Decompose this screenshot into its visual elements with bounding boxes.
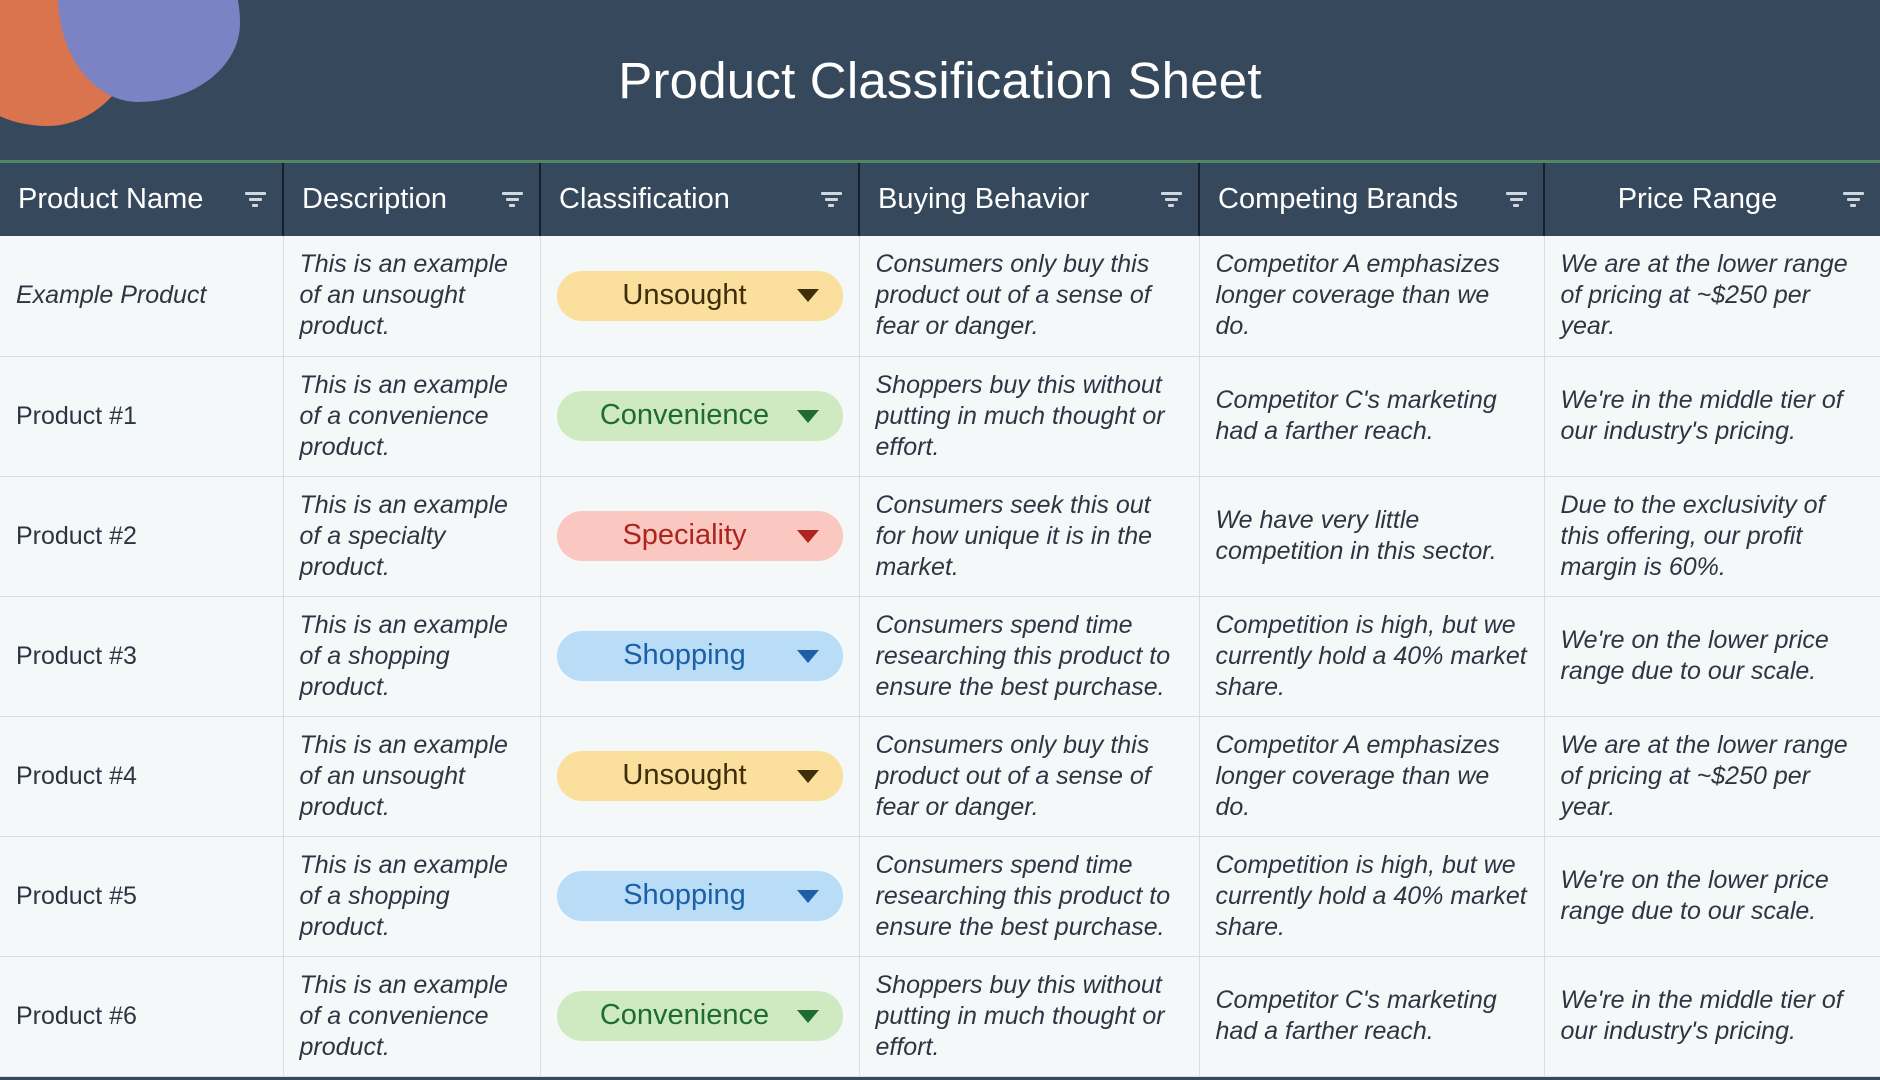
classification-label: Shopping xyxy=(623,879,746,912)
cell-price-range[interactable]: We're in the middle tier of our industry… xyxy=(1544,956,1880,1077)
chevron-down-icon[interactable] xyxy=(796,1009,819,1023)
cell-price-range[interactable]: Due to the exclusivity of this offering,… xyxy=(1544,476,1880,597)
cell-classification: Shopping xyxy=(540,836,860,957)
cell-price-range[interactable]: We're on the lower price range due to ou… xyxy=(1544,596,1880,717)
table-header-row: Product Name Description Classification Buy… xyxy=(0,163,1880,236)
filter-icon[interactable] xyxy=(244,192,266,207)
column-header-label: Description xyxy=(302,183,448,215)
cell-product-name[interactable]: Product #6 xyxy=(0,956,284,1077)
chevron-down-icon[interactable] xyxy=(796,889,819,903)
cell-competing-brands[interactable]: Competitor C's marketing had a farther r… xyxy=(1199,956,1545,1077)
table-row: Product #2 This is an example of a specia… xyxy=(0,476,1880,597)
classification-dropdown[interactable]: Shopping xyxy=(556,871,843,921)
chevron-down-icon[interactable] xyxy=(796,529,819,543)
cell-competing-brands[interactable]: Competitor C's marketing had a farther r… xyxy=(1199,356,1545,477)
cell-price-range[interactable]: We are at the lower range of pricing at … xyxy=(1544,716,1880,837)
column-header-label: Competing Brands xyxy=(1218,183,1459,215)
classification-label: Convenience xyxy=(599,399,770,432)
column-header-label: Classification xyxy=(559,183,730,215)
table-row: Example Product This is an example of an … xyxy=(0,236,1880,357)
cell-product-name[interactable]: Product #1 xyxy=(0,356,284,477)
table-row: Product #3 This is an example of a shoppi… xyxy=(0,596,1880,717)
cell-buying-behavior[interactable]: Consumers only buy this product out of a… xyxy=(859,716,1200,837)
cell-buying-behavior[interactable]: Consumers seek this out for how unique i… xyxy=(859,476,1200,597)
table-row: Product #5 This is an example of a shoppi… xyxy=(0,836,1880,957)
cell-buying-behavior[interactable]: Shoppers buy this without putting in muc… xyxy=(859,356,1200,477)
classification-table: Product Name Description Classification Buy… xyxy=(0,163,1880,1077)
cell-competing-brands[interactable]: Competition is high, but we currently ho… xyxy=(1199,836,1545,957)
cell-description[interactable]: This is an example of a convenience prod… xyxy=(283,956,541,1077)
cell-description[interactable]: This is an example of a convenience prod… xyxy=(283,356,541,477)
filter-icon[interactable] xyxy=(820,192,842,207)
table-row: Product #4 This is an example of an unsou… xyxy=(0,716,1880,837)
column-header-label: Product Name xyxy=(18,183,204,215)
cell-competing-brands[interactable]: Competitor A emphasizes longer coverage … xyxy=(1199,236,1545,357)
classification-label: Shopping xyxy=(623,639,746,672)
page-title: Product Classification Sheet xyxy=(618,51,1262,109)
cell-classification: Unsought xyxy=(540,716,860,837)
classification-dropdown[interactable]: Unsought xyxy=(556,751,843,801)
column-header-buying-behavior[interactable]: Buying Behavior xyxy=(859,163,1200,236)
classification-dropdown[interactable]: Convenience xyxy=(556,991,843,1041)
cell-product-name[interactable]: Example Product xyxy=(0,236,284,357)
classification-dropdown[interactable]: Shopping xyxy=(556,631,843,681)
table-body: Example Product This is an example of an … xyxy=(0,236,1880,1077)
cell-price-range[interactable]: We're on the lower price range due to ou… xyxy=(1544,836,1880,957)
table-row: Product #1 This is an example of a conven… xyxy=(0,356,1880,477)
column-header-label: Price Range xyxy=(1617,183,1778,215)
cell-buying-behavior[interactable]: Consumers only buy this product out of a… xyxy=(859,236,1200,357)
column-header-product-name[interactable]: Product Name xyxy=(0,163,284,236)
cell-classification: Unsought xyxy=(540,236,860,357)
classification-dropdown[interactable]: Convenience xyxy=(556,391,843,441)
cell-classification: Convenience xyxy=(540,356,860,477)
cell-classification: Speciality xyxy=(540,476,860,597)
filter-icon[interactable] xyxy=(1160,192,1182,207)
cell-product-name[interactable]: Product #4 xyxy=(0,716,284,837)
classification-label: Unsought xyxy=(622,278,747,311)
classification-label: Convenience xyxy=(599,999,770,1032)
cell-description[interactable]: This is an example of a shopping product… xyxy=(283,596,541,717)
cell-buying-behavior[interactable]: Consumers spend time researching this pr… xyxy=(859,596,1200,717)
classification-label: Unsought xyxy=(622,759,747,792)
cell-price-range[interactable]: We are at the lower range of pricing at … xyxy=(1544,236,1880,357)
cell-product-name[interactable]: Product #2 xyxy=(0,476,284,597)
chevron-down-icon[interactable] xyxy=(796,649,819,663)
classification-dropdown[interactable]: Speciality xyxy=(556,511,843,561)
column-header-description[interactable]: Description xyxy=(283,163,541,236)
column-header-competing-brands[interactable]: Competing Brands xyxy=(1199,163,1545,236)
column-header-classification[interactable]: Classification xyxy=(540,163,860,236)
cell-description[interactable]: This is an example of a shopping product… xyxy=(283,836,541,957)
title-bar: Product Classification Sheet xyxy=(0,0,1880,160)
cell-classification: Convenience xyxy=(540,956,860,1077)
cell-buying-behavior[interactable]: Consumers spend time researching this pr… xyxy=(859,836,1200,957)
cell-description[interactable]: This is an example of an unsought produc… xyxy=(283,716,541,837)
cell-product-name[interactable]: Product #3 xyxy=(0,596,284,717)
cell-competing-brands[interactable]: We have very little competition in this … xyxy=(1199,476,1545,597)
cell-competing-brands[interactable]: Competition is high, but we currently ho… xyxy=(1199,596,1545,717)
table-header: Product Name Description Classification Buy… xyxy=(0,163,1880,236)
chevron-down-icon[interactable] xyxy=(796,409,819,423)
classification-dropdown[interactable]: Unsought xyxy=(556,270,843,321)
column-header-label: Buying Behavior xyxy=(878,183,1090,215)
cell-product-name[interactable]: Product #5 xyxy=(0,836,284,957)
chevron-down-icon[interactable] xyxy=(796,769,819,783)
table-row: Product #6 This is an example of a conven… xyxy=(0,956,1880,1077)
cell-competing-brands[interactable]: Competitor A emphasizes longer coverage … xyxy=(1199,716,1545,837)
filter-icon[interactable] xyxy=(1505,192,1527,207)
chevron-down-icon[interactable] xyxy=(796,289,819,303)
cell-classification: Shopping xyxy=(540,596,860,717)
cell-description[interactable]: This is an example of an unsought produc… xyxy=(283,236,541,357)
cell-description[interactable]: This is an example of a specialty produc… xyxy=(283,476,541,597)
product-classification-sheet: Product Classification Sheet Product Nam… xyxy=(0,0,1880,1080)
cell-buying-behavior[interactable]: Shoppers buy this without putting in muc… xyxy=(859,956,1200,1077)
filter-icon[interactable] xyxy=(1842,192,1864,207)
cell-price-range[interactable]: We're in the middle tier of our industry… xyxy=(1544,356,1880,477)
filter-icon[interactable] xyxy=(501,192,523,207)
classification-label: Speciality xyxy=(622,519,747,552)
column-header-price-range[interactable]: Price Range xyxy=(1544,163,1880,236)
